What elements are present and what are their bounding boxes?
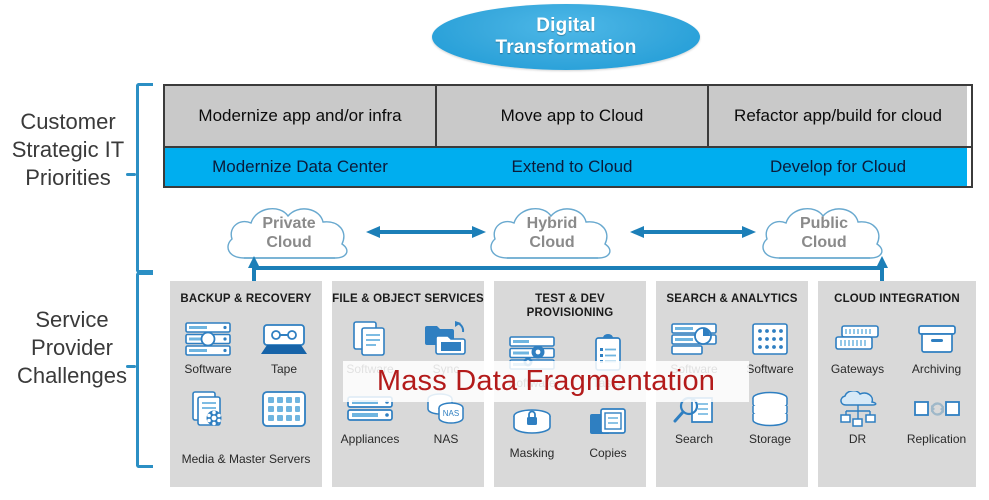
label-service-provider-challenges: Service Provider Challenges xyxy=(16,307,128,388)
cloud-services-bus-connector xyxy=(248,256,989,284)
icon-label-storage: Storage xyxy=(748,432,792,446)
icon-label-copies: Copies xyxy=(589,446,627,460)
icon-label-software-matrix: Software xyxy=(746,362,794,376)
matrix-cell-approach-3: Refactor app/build for cloud xyxy=(709,86,967,146)
icon-item-master-server[interactable] xyxy=(246,384,322,454)
server-analytics-icon xyxy=(670,318,718,360)
storage-disks-icon xyxy=(749,388,791,430)
panel-title-backup-recovery: BACKUP & RECOVERY xyxy=(180,293,312,305)
icon-label-nas: NAS xyxy=(433,432,459,446)
matrix-cell-outcome-1: Modernize Data Center xyxy=(165,148,437,186)
digital-transformation-banner: Digital Transformation xyxy=(432,4,700,70)
icon-label-appliances: Appliances xyxy=(340,432,400,446)
panel-title-cloud-integration: CLOUD INTEGRATION xyxy=(834,293,960,305)
icon-label-tape: Tape xyxy=(270,362,298,376)
svg-text:NAS: NAS xyxy=(443,409,459,418)
file-sync-icon xyxy=(424,318,468,360)
digital-transformation-title: Digital Transformation xyxy=(495,15,636,59)
replication-icon xyxy=(913,388,961,430)
label-customer-strategic-it-priorities: Customer Strategic IT Priorities xyxy=(11,109,125,190)
mass-data-fragmentation-overlay: Mass Data Fragmentation xyxy=(343,361,749,402)
icon-item-media-server[interactable] xyxy=(170,384,246,454)
tape-drive-icon xyxy=(261,318,307,360)
matrix-cell-approach-2: Move app to Cloud xyxy=(437,86,709,146)
icon-label-dr: DR xyxy=(848,432,867,446)
bracket-tick-strategic xyxy=(126,173,136,176)
priorities-matrix: Modernize app and/or infra Move app to C… xyxy=(163,84,973,188)
icon-item-tape[interactable]: Tape xyxy=(246,314,322,384)
documents-icon xyxy=(350,318,390,360)
panel-backup-recovery: BACKUP & RECOVERY Software Tape Media & … xyxy=(170,281,322,487)
bracket-tick-service xyxy=(126,365,136,368)
icon-label-search: Search xyxy=(674,432,714,446)
matrix-cell-approach-1: Modernize app and/or infra xyxy=(165,86,437,146)
cloud-private-line-2: Cloud xyxy=(266,234,312,251)
arrow-hybrid-to-public-icon xyxy=(630,225,756,238)
icon-item-gateways[interactable]: Gateways xyxy=(818,314,897,384)
cloud-public-line-2: Cloud xyxy=(801,234,847,251)
media-server-icon xyxy=(188,388,228,430)
server-rack-icon xyxy=(184,318,232,360)
cloud-public-label: Public Cloud xyxy=(755,214,893,252)
panel-icon-grid: Gateways Archiving DR Replication xyxy=(818,314,976,454)
icon-item-archiving[interactable]: Archiving xyxy=(897,314,976,384)
icon-item-replication[interactable]: Replication xyxy=(897,384,976,454)
copies-icon xyxy=(588,402,628,444)
panel-title-test-dev-provisioning: TEST & DEV PROVISIONING xyxy=(526,293,614,319)
title-line-1: Digital xyxy=(536,15,596,36)
bracket-strategic xyxy=(136,83,153,273)
icon-item-copies[interactable]: Copies xyxy=(570,398,646,468)
data-matrix-icon xyxy=(751,318,789,360)
arrow-private-to-hybrid-icon xyxy=(366,225,486,238)
archive-box-icon xyxy=(916,318,958,360)
icon-label-gateways: Gateways xyxy=(830,362,885,376)
master-server-icon xyxy=(261,388,307,430)
cloud-dr-icon xyxy=(836,388,880,430)
panel-title-search-analytics: SEARCH & ANALYTICS xyxy=(666,293,798,305)
masking-icon xyxy=(510,402,554,444)
icon-item-masking[interactable]: Masking xyxy=(494,398,570,468)
mass-data-fragmentation-text: Mass Data Fragmentation xyxy=(376,365,716,397)
icon-label-replication: Replication xyxy=(906,432,967,446)
cloud-public-line-1: Public xyxy=(799,215,848,232)
icon-label-software: Software xyxy=(184,362,232,376)
matrix-row-approach: Modernize app and/or infra Move app to C… xyxy=(165,86,971,146)
cloud-private-label: Private Cloud xyxy=(220,214,358,252)
panel-icon-grid: Software Tape Media & Master Servers xyxy=(170,314,322,466)
icon-item-software[interactable]: Software xyxy=(170,314,246,384)
panel-title-file-object-services: FILE & OBJECT SERVICES xyxy=(332,293,484,305)
matrix-row-outcome: Modernize Data Center Extend to Cloud De… xyxy=(165,146,971,186)
matrix-cell-outcome-3: Develop for Cloud xyxy=(709,148,967,186)
icon-label-masking: Masking xyxy=(509,446,555,460)
gateway-icon xyxy=(834,318,882,360)
cloud-hybrid-label: Hybrid Cloud xyxy=(483,214,621,252)
icon-label-media-master-servers: Media & Master Servers xyxy=(181,452,311,466)
cloud-hybrid-line-1: Hybrid xyxy=(526,215,578,232)
icon-item-dr[interactable]: DR xyxy=(818,384,897,454)
title-line-2: Transformation xyxy=(495,37,637,58)
bracket-service xyxy=(136,272,153,468)
cloud-private-line-1: Private xyxy=(262,215,316,232)
diagram-canvas: Digital Transformation Customer Strategi… xyxy=(0,0,989,500)
panel-cloud-integration: CLOUD INTEGRATION Gateways Archiving DR … xyxy=(818,281,976,487)
matrix-cell-outcome-2: Extend to Cloud xyxy=(437,148,709,186)
cloud-hybrid-line-2: Cloud xyxy=(529,234,575,251)
icon-label-archiving: Archiving xyxy=(911,362,962,376)
